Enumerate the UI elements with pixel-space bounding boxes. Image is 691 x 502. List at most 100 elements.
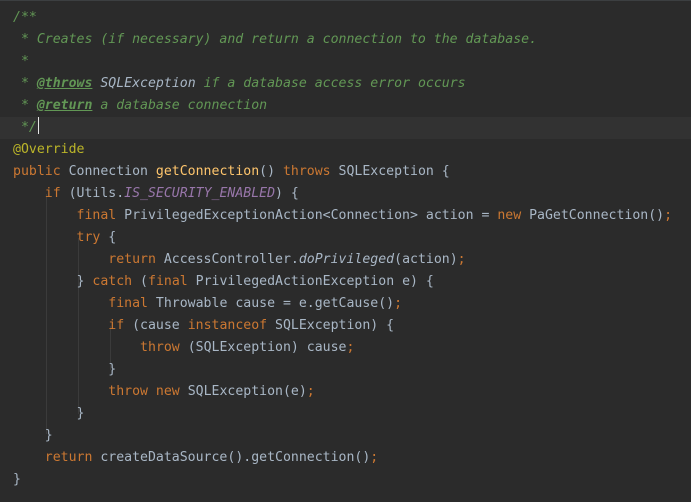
code-token: a database connection (92, 98, 268, 113)
code-token: public (13, 164, 69, 179)
code-token: Connection (68, 164, 156, 179)
code-line[interactable]: public Connection getConnection() throws… (0, 161, 691, 183)
code-line[interactable]: throw new SQLException(e); (0, 381, 691, 403)
code-token: */ (13, 120, 37, 135)
code-line[interactable]: } catch (final PrivilegedActionException… (0, 271, 691, 293)
code-token: return (44, 450, 101, 465)
code-line-text: try { (13, 227, 117, 249)
code-token: final (148, 274, 196, 289)
code-token: } (13, 274, 93, 289)
code-token: SQLException) { (275, 318, 395, 333)
code-token: PrivilegedActionException e) { (195, 274, 434, 289)
code-line-text: return AccessController.doPrivileged(act… (13, 249, 465, 271)
code-token: SQLException(e) (187, 384, 307, 399)
code-token: Throwable cause = e.getCause() (155, 296, 395, 311)
code-token: AccessController. (163, 252, 299, 267)
code-line[interactable]: return createDataSource().getConnection(… (0, 447, 691, 469)
code-token: if a database access error occurs (195, 76, 466, 91)
code-token: * (13, 76, 37, 91)
code-token: instanceof (187, 318, 276, 333)
code-line[interactable]: } (0, 359, 691, 381)
code-line-text: * @return a database connection (13, 95, 267, 117)
code-line-text: */ (13, 117, 39, 139)
code-token: ; (370, 450, 379, 465)
code-line-text: /** (13, 7, 37, 29)
code-token: PrivilegedExceptionAction<Connection> ac… (124, 208, 498, 223)
code-line[interactable]: final Throwable cause = e.getCause(); (0, 293, 691, 315)
code-editor[interactable]: /** * Creates (if necessary) and return … (0, 0, 691, 502)
code-line-text: } (13, 403, 85, 425)
code-token: } (13, 406, 85, 421)
code-token: @return (36, 98, 93, 113)
code-token: ; (394, 296, 403, 311)
code-line[interactable]: final PrivilegedExceptionAction<Connecti… (0, 205, 691, 227)
code-token: final (76, 208, 125, 223)
code-token: { (108, 230, 117, 245)
code-line[interactable]: */ (0, 117, 691, 139)
code-token: } (13, 362, 117, 377)
code-token: SQLException (100, 76, 196, 91)
code-token: final (108, 296, 156, 311)
code-line[interactable]: } (0, 469, 691, 491)
code-line-text: if (Utils.IS_SECURITY_ENABLED) { (13, 183, 299, 205)
code-token: ) { (275, 186, 299, 201)
code-line[interactable]: * (0, 51, 691, 73)
code-token: return (108, 252, 164, 267)
code-token: } (13, 428, 53, 443)
code-line-text: } (13, 425, 53, 447)
code-token: (cause (132, 318, 188, 333)
code-token: (Utils. (68, 186, 125, 201)
code-token: } (13, 472, 21, 487)
code-line-text: * @throws SQLException if a database acc… (13, 73, 466, 95)
code-line-text: @Override (13, 139, 84, 161)
text-caret (37, 117, 39, 134)
code-token: getConnection (155, 164, 260, 179)
code-token: (action) (394, 252, 458, 267)
code-line-text: * Creates (if necessary) and return a co… (13, 29, 537, 51)
code-token: @throws (36, 76, 93, 91)
code-line[interactable]: /** (0, 7, 691, 29)
code-token: @Override (13, 142, 85, 157)
code-line-text: } (13, 359, 116, 381)
code-token: throw (140, 340, 188, 355)
code-line[interactable]: } (0, 425, 691, 447)
code-token: PaGetConnection() (529, 208, 665, 223)
code-line-text: } (13, 469, 21, 491)
code-token: /** (13, 10, 37, 25)
code-token: IS_SECURITY_ENABLED (124, 186, 276, 201)
code-line-text: return createDataSource().getConnection(… (13, 447, 378, 469)
code-token: doPrivileged (298, 252, 395, 267)
code-line[interactable]: if (Utils.IS_SECURITY_ENABLED) { (0, 183, 691, 205)
code-token: ; (346, 340, 355, 355)
code-line[interactable]: throw (SQLException) cause; (0, 337, 691, 359)
code-line[interactable]: @Override (0, 139, 691, 161)
code-line[interactable]: * @return a database connection (0, 95, 691, 117)
code-line-text: public Connection getConnection() throws… (13, 161, 450, 183)
code-line[interactable]: * @throws SQLException if a database acc… (0, 73, 691, 95)
code-line[interactable]: * Creates (if necessary) and return a co… (0, 29, 691, 51)
code-token: throws (282, 164, 339, 179)
code-line[interactable]: } (0, 403, 691, 425)
code-token: ; (664, 208, 673, 223)
code-token: () (259, 164, 283, 179)
code-line[interactable]: if (cause instanceof SQLException) { (0, 315, 691, 337)
code-line-text: final PrivilegedExceptionAction<Connecti… (13, 205, 673, 227)
code-line-text: throw new SQLException(e); (13, 381, 314, 403)
code-token: ( (140, 274, 148, 289)
code-line[interactable]: return AccessController.doPrivileged(act… (0, 249, 691, 271)
code-token: createDataSource().getConnection() (100, 450, 371, 465)
code-line[interactable]: try { (0, 227, 691, 249)
code-token: new (497, 208, 530, 223)
code-line-text: * (13, 51, 29, 73)
code-token: throw (108, 384, 156, 399)
code-line-text: if (cause instanceof SQLException) { (13, 315, 394, 337)
code-line-text: throw (SQLException) cause; (13, 337, 354, 359)
code-token: if (108, 318, 133, 333)
code-token: catch (92, 274, 141, 289)
